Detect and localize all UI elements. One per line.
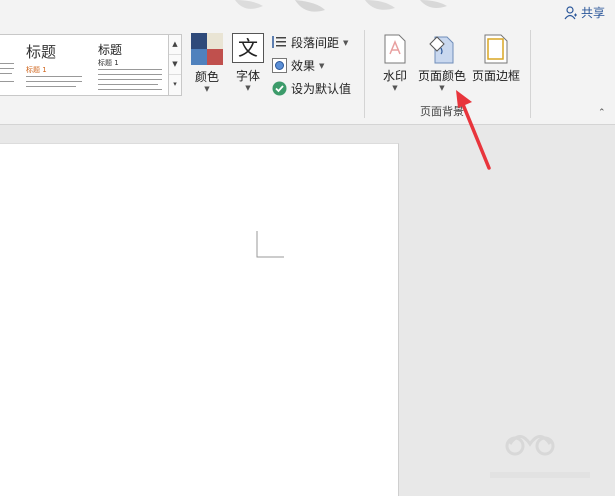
margin-corner-mark xyxy=(256,231,284,258)
style-thumb-title: 标题 xyxy=(26,43,57,61)
paragraph-spacing-icon xyxy=(272,36,286,48)
page-borders-icon xyxy=(484,34,508,64)
fonts-label: 字体 xyxy=(235,69,260,83)
style-thumb-title: 标题 xyxy=(98,43,123,57)
watermark-icon xyxy=(384,34,406,64)
gallery-scroll[interactable]: ▲ ▼ ▾ xyxy=(168,34,182,96)
chevron-down-icon: ▼ xyxy=(204,85,210,93)
effects-icon xyxy=(272,58,287,73)
style-set-gallery[interactable]: 标题 标题 1 标题 标题 1 xyxy=(0,34,169,96)
fonts-icon: 文 xyxy=(232,33,264,63)
colors-label: 颜色 xyxy=(194,70,219,84)
share-button[interactable]: 共享 xyxy=(564,4,605,21)
annotation-arrow xyxy=(456,90,491,170)
paragraph-spacing-label: 段落间距 xyxy=(291,36,340,50)
style-thumb-2[interactable]: 标题 标题 1 xyxy=(94,35,166,95)
style-thumb-heading1: 标题 1 xyxy=(98,59,119,67)
gallery-more-icon[interactable]: ▾ xyxy=(169,75,181,94)
gallery-down-icon[interactable]: ▼ xyxy=(169,55,181,75)
style-thumb-heading1: 标题 1 xyxy=(26,66,47,74)
checkmark-icon xyxy=(272,81,287,96)
style-thumb-1[interactable]: 标题 标题 1 xyxy=(22,35,88,95)
chevron-down-icon: ▼ xyxy=(319,61,325,70)
group-separator xyxy=(364,30,365,118)
effects-button[interactable]: 效果 ▼ xyxy=(272,57,324,74)
watermark-button[interactable]: 水印 ▼ xyxy=(377,34,413,92)
set-as-default-button[interactable]: 设为默认值 xyxy=(272,80,351,97)
colors-button[interactable]: 颜色 ▼ xyxy=(189,33,225,93)
chevron-down-icon: ▼ xyxy=(245,84,251,92)
page-borders-label: 页面边框 xyxy=(471,69,520,83)
title-bar xyxy=(0,0,615,28)
set-as-default-label: 设为默认值 xyxy=(291,82,352,96)
chevron-down-icon: ▼ xyxy=(392,84,398,92)
document-page[interactable] xyxy=(0,143,399,496)
site-watermark-logo xyxy=(490,435,590,478)
group-separator xyxy=(530,30,531,118)
watermark-label: 水印 xyxy=(382,69,407,83)
person-icon xyxy=(564,5,577,19)
style-thumb-partial[interactable] xyxy=(0,35,18,95)
title-decoration xyxy=(235,0,447,12)
page-borders-button[interactable]: 页面边框 xyxy=(469,34,523,84)
gallery-up-icon[interactable]: ▲ xyxy=(169,35,181,55)
collapse-ribbon-icon[interactable]: ⌃ xyxy=(598,108,606,118)
effects-label: 效果 xyxy=(291,59,316,73)
page-color-button[interactable]: 页面颜色 ▼ xyxy=(415,34,469,92)
theme-colors-icon xyxy=(191,33,223,65)
page-color-label: 页面颜色 xyxy=(417,69,466,83)
chevron-down-icon: ▼ xyxy=(343,38,349,47)
share-label: 共享 xyxy=(580,6,605,20)
page-color-icon xyxy=(429,36,454,64)
paragraph-spacing-button[interactable]: 段落间距 ▼ xyxy=(272,34,348,51)
fonts-button[interactable]: 文 字体 ▼ xyxy=(230,33,266,92)
